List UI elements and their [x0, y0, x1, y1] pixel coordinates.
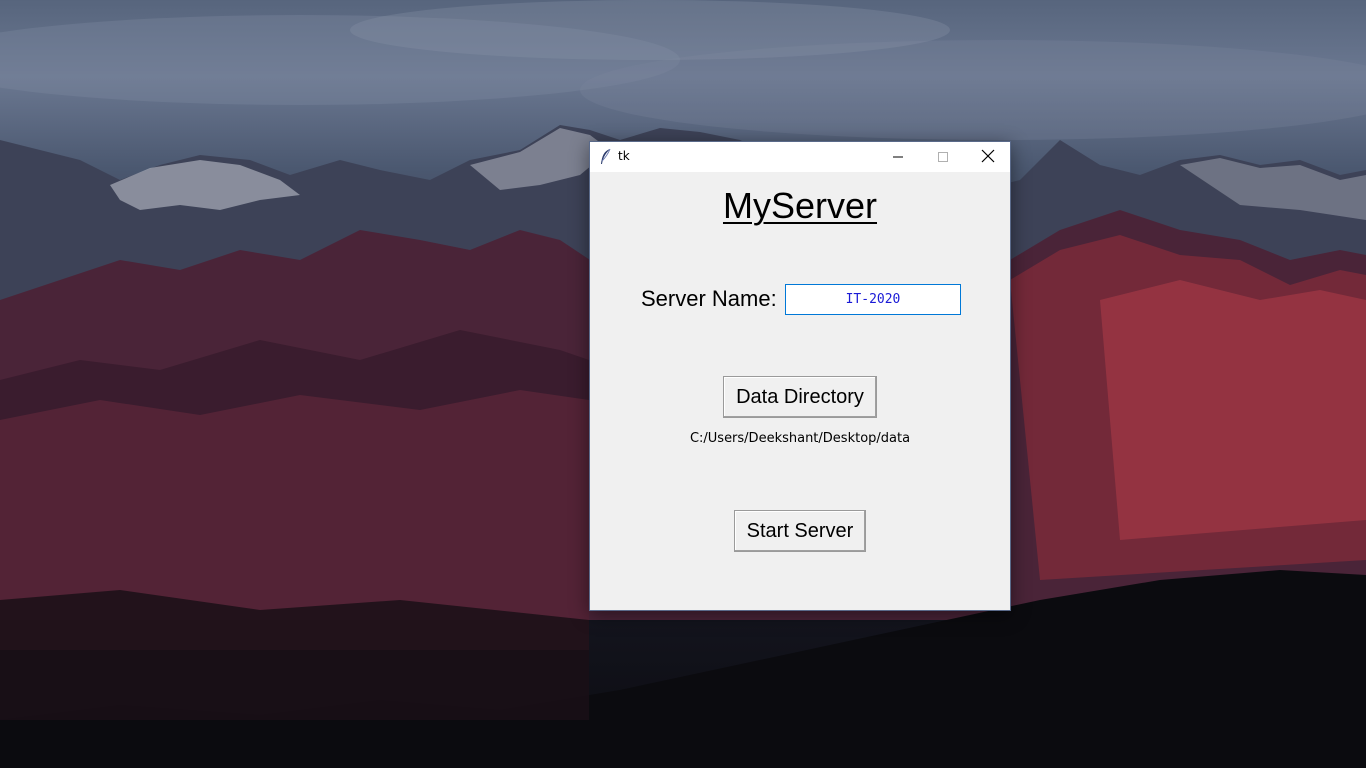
app-title: MyServer	[722, 185, 878, 226]
data-directory-path: C:/Users/Deekshant/Desktop/data	[689, 431, 911, 446]
data-directory-button[interactable]: Data Directory	[723, 376, 877, 418]
window-titlebar[interactable]: tk	[590, 142, 1010, 172]
minimize-icon	[892, 148, 904, 167]
window-title: tk	[618, 149, 630, 163]
close-icon	[981, 148, 995, 167]
start-server-button[interactable]: Start Server	[734, 510, 866, 552]
maximize-button[interactable]	[920, 142, 966, 172]
maximize-icon	[937, 148, 949, 167]
tk-window: tk MyServer Server Name: Data Directory	[589, 141, 1011, 611]
feather-icon	[599, 148, 613, 166]
close-button[interactable]	[965, 142, 1011, 172]
server-name-label: Server Name:	[641, 286, 777, 311]
window-content: MyServer Server Name: Data Directory C:/…	[590, 172, 1010, 610]
server-name-input[interactable]	[785, 284, 961, 315]
minimize-button[interactable]	[875, 142, 921, 172]
